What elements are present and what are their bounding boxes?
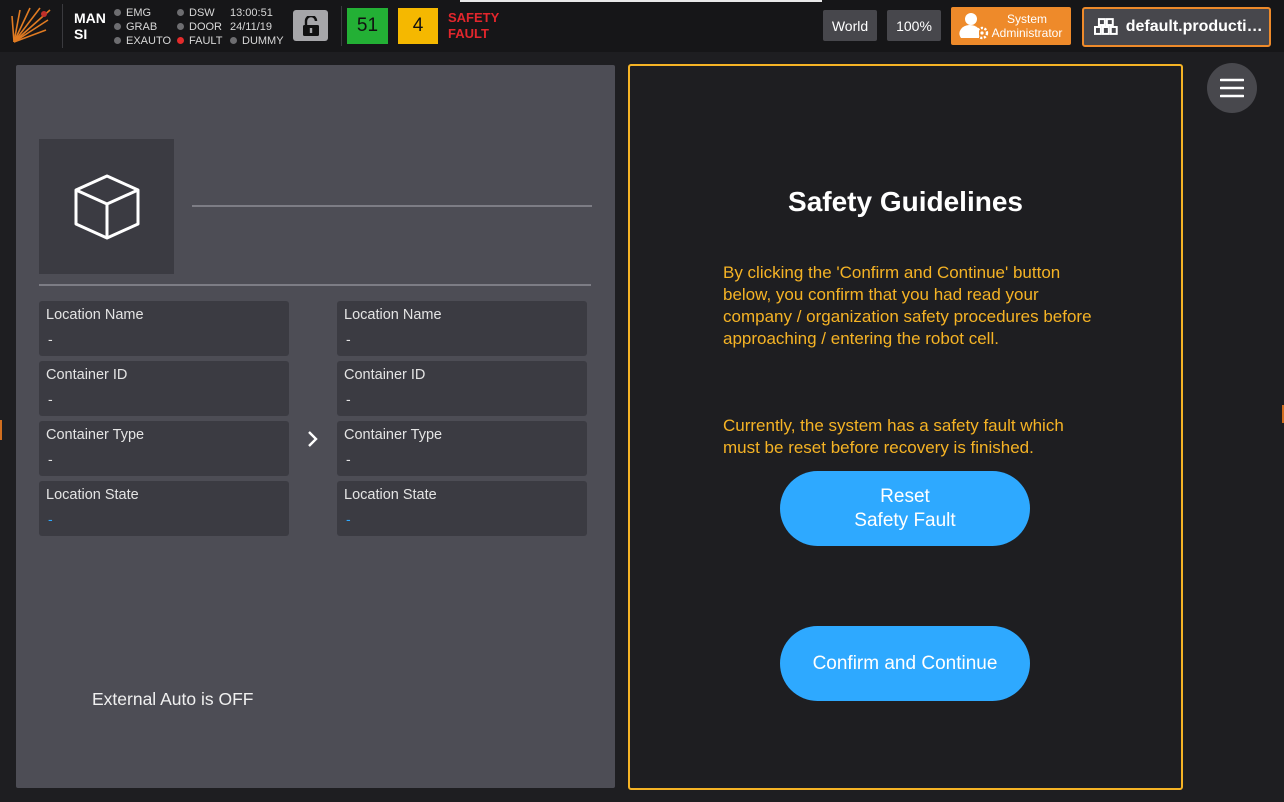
- field-value: -: [48, 331, 53, 347]
- reset-safety-fault-button[interactable]: Reset Safety Fault: [780, 471, 1030, 546]
- safety-fault-status: SAFETY FAULT: [448, 10, 518, 42]
- signal-fault: FAULT: [177, 34, 222, 48]
- source-location-name-field: Location Name -: [39, 301, 289, 356]
- signal-emg: EMG: [114, 6, 171, 20]
- signal-grab: GRAB: [114, 20, 171, 34]
- target-container-type-field: Container Type -: [337, 421, 587, 476]
- divider: [62, 4, 63, 48]
- user-gear-icon: [959, 13, 989, 40]
- source-container-id-field: Container ID -: [39, 361, 289, 416]
- production-name: default.production...: [1125, 18, 1269, 35]
- mode-line-1: MAN: [74, 10, 106, 26]
- title-underline: [192, 205, 592, 207]
- safety-status-line-1: SAFETY: [448, 10, 500, 25]
- signal-column-1: EMG GRAB EXAUTO: [114, 6, 171, 48]
- yellow-counter: 4: [398, 8, 438, 44]
- reset-line-2: Safety Fault: [854, 509, 956, 531]
- field-value: -: [48, 511, 53, 527]
- user-line-2: Administrator: [991, 26, 1063, 40]
- clock-date: 24/11/19: [230, 21, 273, 33]
- edge-marker: [0, 420, 2, 440]
- lock-icon: [302, 15, 319, 36]
- user-line-1: System: [1006, 12, 1047, 26]
- external-auto-status: External Auto is OFF: [92, 689, 254, 709]
- speed-button[interactable]: 100%: [887, 10, 941, 41]
- container-image: [39, 139, 174, 274]
- signal-dsw: DSW: [177, 6, 222, 20]
- confirm-and-continue-button[interactable]: Confirm and Continue: [780, 626, 1030, 701]
- field-value: -: [346, 331, 351, 347]
- hamburger-menu-icon: [1220, 78, 1244, 98]
- target-container-id-field: Container ID -: [337, 361, 587, 416]
- source-location-state-field: Location State -: [39, 481, 289, 536]
- field-value: -: [48, 451, 53, 467]
- robots-icon: [1094, 18, 1118, 35]
- confirmation-text: By clicking the 'Confirm and Continue' b…: [723, 263, 1092, 348]
- divider: [341, 6, 342, 46]
- field-label: Location Name: [46, 307, 144, 323]
- safety-status-line-2: FAULT: [448, 26, 489, 41]
- cube-icon: [74, 174, 139, 239]
- menu-button[interactable]: [1207, 63, 1257, 113]
- user-button[interactable]: System Administrator: [951, 7, 1071, 45]
- world-frame-button[interactable]: World: [823, 10, 877, 41]
- mode-line-2: SI: [74, 26, 88, 42]
- progress-line: [460, 0, 822, 2]
- field-label: Container Type: [46, 427, 145, 443]
- reset-line-1: Reset: [880, 485, 930, 507]
- field-label: Location State: [46, 487, 139, 503]
- clock: 13:00:51 24/11/19 DUMMY: [230, 6, 284, 48]
- clock-time: 13:00:51: [230, 7, 273, 19]
- lock-button[interactable]: [293, 10, 328, 41]
- logo-icon: [10, 6, 54, 46]
- panel-title: Safety Guidelines: [788, 186, 1023, 217]
- field-label: Container Type: [344, 427, 443, 443]
- field-label: Container ID: [46, 367, 128, 383]
- section-divider: [39, 284, 591, 286]
- field-value: -: [48, 391, 53, 407]
- source-container-type-field: Container Type -: [39, 421, 289, 476]
- signal-exauto: EXAUTO: [114, 34, 171, 48]
- field-label: Location State: [344, 487, 437, 503]
- target-location-state-field: Location State -: [337, 481, 587, 536]
- green-counter: 51: [347, 8, 388, 44]
- safety-fault-text: Currently, the system has a safety fault…: [723, 416, 1064, 457]
- field-label: Location Name: [344, 307, 442, 323]
- robot-mode: MAN SI: [74, 10, 106, 42]
- signal-column-2: DSW DOOR FAULT: [177, 6, 222, 48]
- field-value: -: [346, 391, 351, 407]
- chevron-right-icon: [304, 428, 322, 450]
- field-label: Container ID: [344, 367, 426, 383]
- signal-door: DOOR: [177, 20, 222, 34]
- field-value: -: [346, 511, 351, 527]
- user-name: System Administrator: [989, 12, 1071, 40]
- production-selector-button[interactable]: default.production...: [1082, 7, 1271, 47]
- target-location-name-field: Location Name -: [337, 301, 587, 356]
- field-value: -: [346, 451, 351, 467]
- top-bar: MAN SI EMG GRAB EXAUTO DSW DOOR FAULT 13…: [0, 0, 1284, 52]
- signal-dummy: DUMMY: [230, 34, 284, 48]
